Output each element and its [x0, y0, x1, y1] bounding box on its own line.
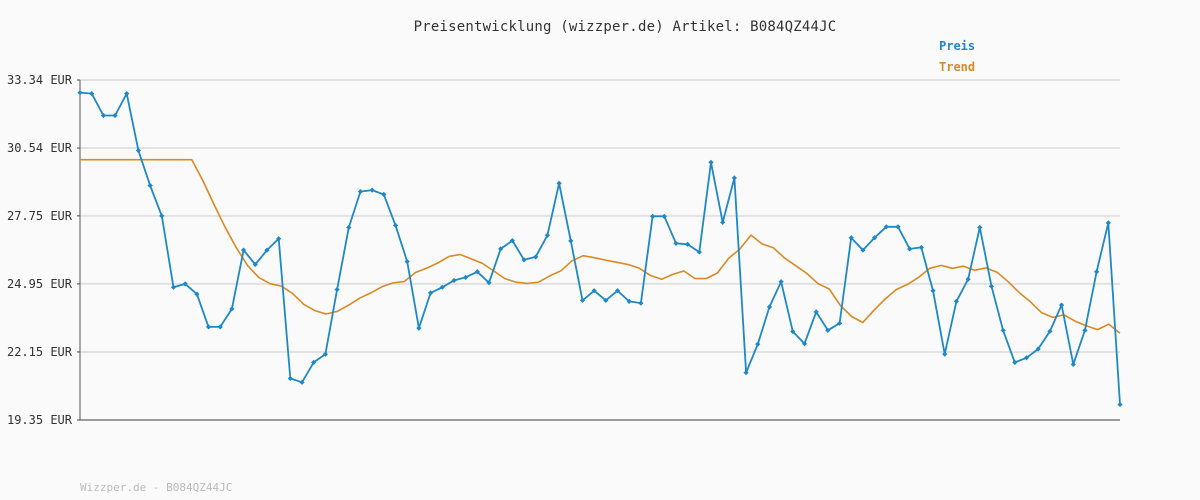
price-point: [743, 370, 749, 376]
price-point: [77, 90, 83, 96]
price-point: [1082, 327, 1088, 333]
price-point: [1094, 269, 1100, 275]
price-point: [755, 341, 761, 347]
price-point: [147, 182, 153, 189]
price-point: [159, 213, 165, 219]
price-point: [731, 175, 737, 181]
y-tick-label: 19.35 EUR: [7, 413, 73, 427]
price-point: [334, 286, 340, 293]
price-point: [708, 159, 714, 165]
trend-line: [80, 158, 1121, 334]
price-point: [1070, 361, 1076, 367]
price-point: [369, 187, 375, 193]
price-chart: Preisentwicklung (wizzper.de) Artikel: B…: [0, 0, 1200, 500]
price-point: [392, 222, 399, 228]
price-point: [1000, 327, 1006, 333]
price-point: [1117, 401, 1123, 408]
y-tick-label: 33.34 EUR: [7, 73, 73, 87]
y-tick-label: 22.15 EUR: [7, 345, 73, 359]
price-point: [638, 300, 644, 306]
axes: [79, 80, 1120, 421]
y-axis-ticks: 33.34 EUR 30.54 EUR 27.75 EUR 24.95 EUR 22.1…: [7, 73, 80, 427]
price-series: [77, 90, 1123, 408]
y-tick-label: 30.54 EUR: [7, 141, 73, 155]
price-point: [357, 188, 364, 195]
price-point: [346, 224, 352, 231]
price-point: [649, 213, 656, 219]
price-point: [1105, 220, 1111, 226]
price-point: [416, 325, 422, 331]
price-point: [918, 244, 924, 251]
price-point: [930, 288, 936, 294]
price-point: [1058, 302, 1065, 308]
y-tick-label: 27.75 EUR: [7, 209, 73, 223]
price-point: [766, 304, 773, 310]
plot-area: 33.34 EUR 30.54 EUR 27.75 EUR 24.95 EUR 22.1…: [7, 73, 1123, 427]
price-point: [170, 284, 177, 290]
y-tick-label: 24.95 EUR: [7, 277, 73, 291]
price-point: [556, 180, 562, 186]
price-point: [287, 375, 293, 382]
price-point: [720, 219, 726, 226]
price-point: [568, 238, 574, 244]
footer-credit: Wizzper.de - B084QZ44JC: [80, 481, 233, 494]
price-point: [661, 213, 667, 219]
price-point: [381, 191, 387, 198]
trend-series: [80, 158, 1121, 334]
price-point: [205, 324, 212, 330]
price-point: [673, 240, 679, 246]
price-point: [1012, 359, 1018, 366]
price-point: [977, 224, 983, 231]
price-point: [404, 258, 410, 265]
grid-lines: [80, 79, 1120, 421]
